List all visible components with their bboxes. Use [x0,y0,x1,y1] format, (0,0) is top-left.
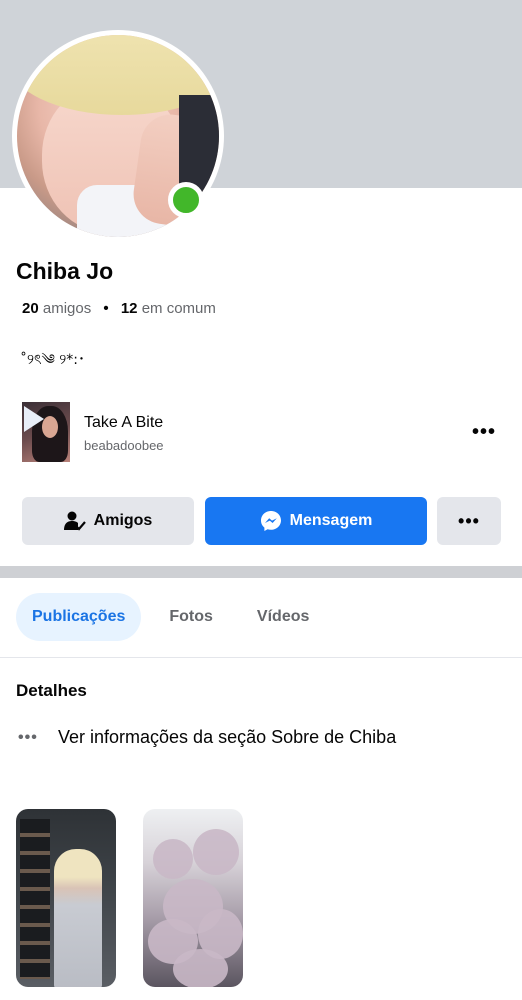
song-more-options-icon[interactable]: ••• [472,422,496,442]
friends-button-label: Amigos [93,512,153,529]
song-cover-art[interactable] [22,402,70,462]
profile-tabs: Publicações Fotos Vídeos [16,593,337,641]
message-button[interactable]: Mensagem [205,497,427,545]
profile-song[interactable]: Take A Bite beabadoobee ••• [22,402,500,462]
profile-name: Chiba Jo [16,258,114,284]
profile-bio: ˚୨ৎ༄ ୨*:･ [20,352,85,368]
person-check-icon [63,511,86,531]
online-status-dot [168,182,204,218]
song-title: Take A Bite [84,414,164,431]
tab-publicacoes[interactable]: Publicações [16,593,142,641]
friends-summary[interactable]: 20 amigos • 12 em comum [22,300,216,317]
message-button-label: Mensagem [289,512,373,529]
tabs-divider [0,657,522,658]
more-actions-button[interactable]: ••• [437,497,501,545]
more-dots-icon: ••• [18,728,38,746]
mutual-label: em comum [141,300,216,317]
messenger-icon [260,510,282,532]
separator: • [103,300,109,317]
friends-count: 20 [22,300,39,317]
song-artist: beabadoobee [84,438,164,453]
details-title: Detalhes [16,681,87,700]
featured-photo-1[interactable] [16,809,116,987]
play-icon[interactable] [24,406,44,432]
more-icon: ••• [458,510,480,531]
mutual-count: 12 [120,300,138,317]
tab-videos[interactable]: Vídeos [241,593,325,641]
friends-label: amigos [42,300,92,317]
tab-fotos[interactable]: Fotos [153,593,229,641]
featured-photo-2[interactable] [143,809,243,987]
friends-button[interactable]: Amigos [22,497,194,545]
about-link-row[interactable]: ••• Ver informações da seção Sobre de Ch… [18,727,396,748]
about-link-text[interactable]: Ver informações da seção Sobre de Chiba [58,727,396,748]
section-divider [0,566,522,578]
